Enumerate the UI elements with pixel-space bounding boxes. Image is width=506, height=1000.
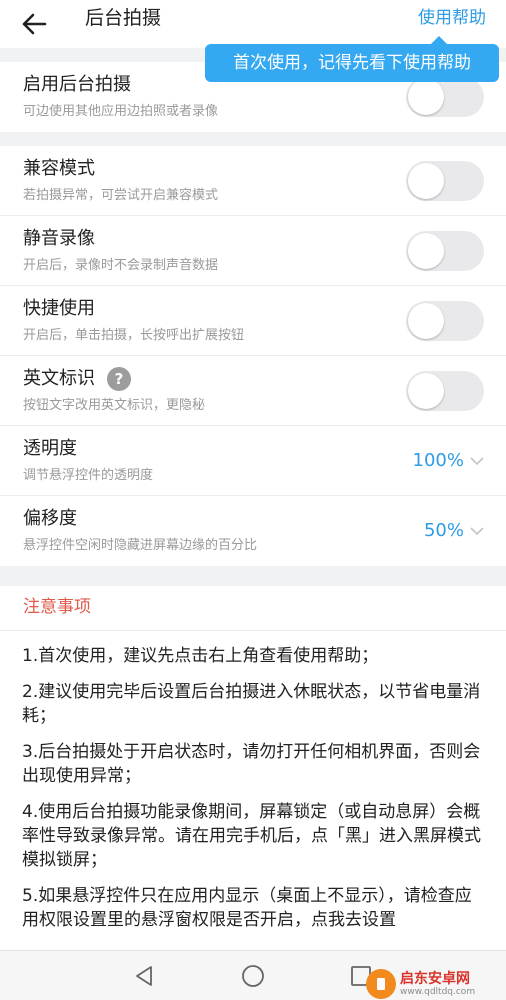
help-link[interactable]: 使用帮助 bbox=[418, 6, 486, 30]
opacity-value: 100% bbox=[412, 450, 464, 471]
english-label-toggle[interactable] bbox=[406, 371, 484, 411]
setting-subtitle: 按钮文字改用英文标识，更隐秘 bbox=[23, 398, 206, 413]
setting-row-silent-record[interactable]: 静音录像 开启后，录像时不会录制声音数据 bbox=[0, 216, 506, 286]
chevron-down-icon bbox=[470, 456, 484, 465]
question-mark-icon[interactable]: ? bbox=[107, 367, 131, 391]
setting-row-offset[interactable]: 偏移度 悬浮控件空闲时隐藏进屏幕边缘的百分比 50% bbox=[0, 496, 506, 566]
notes-section: 注意事项 1.首次使用，建议先点击右上角查看使用帮助； 2.建议使用完毕后设置后… bbox=[0, 586, 506, 950]
setting-title-wrap: 英文标识 ? bbox=[23, 366, 131, 392]
setting-row-compat-mode[interactable]: 兼容模式 若拍摄异常，可尝试开启兼容模式 bbox=[0, 146, 506, 216]
enable-background-toggle[interactable] bbox=[406, 77, 484, 117]
setting-title: 静音录像 bbox=[23, 228, 95, 249]
offset-value: 50% bbox=[423, 520, 464, 541]
nav-back-button[interactable] bbox=[131, 963, 157, 989]
compat-mode-toggle[interactable] bbox=[406, 161, 484, 201]
watermark-name: 启东安卓网 bbox=[400, 970, 470, 987]
setting-subtitle: 若拍摄异常，可尝试开启兼容模式 bbox=[23, 188, 219, 203]
quick-use-toggle[interactable] bbox=[406, 301, 484, 341]
note-item: 4.使用后台拍摄功能录像期间，屏幕锁定（或自动息屏）会概率性导致录像异常。请在用… bbox=[22, 802, 481, 870]
notes-title: 注意事项 bbox=[23, 597, 91, 617]
divider bbox=[0, 630, 506, 631]
note-item: 3.后台拍摄处于开启状态时，请勿打开任何相机界面，否则会出现使用异常； bbox=[22, 742, 481, 786]
setting-row-english-label[interactable]: 英文标识 ? 按钮文字改用英文标识，更隐秘 bbox=[0, 356, 506, 426]
system-nav-bar: 启东安卓网 www.qdltdq.com bbox=[0, 950, 506, 1000]
note-item: 1.首次使用，建议先点击右上角查看使用帮助； bbox=[22, 646, 379, 666]
site-watermark: 启东安卓网 www.qdltdq.com bbox=[366, 969, 500, 999]
setting-title: 启用后台拍摄 bbox=[23, 74, 131, 95]
setting-subtitle: 开启后，录像时不会录制声音数据 bbox=[23, 258, 219, 273]
note-item[interactable]: 5.如果悬浮控件只在应用内显示（桌面上不显示），请检查应用权限设置里的悬浮窗权限… bbox=[22, 884, 484, 932]
setting-title: 偏移度 bbox=[23, 508, 77, 529]
watermark-logo-icon bbox=[366, 969, 396, 999]
setting-title: 快捷使用 bbox=[23, 298, 95, 319]
setting-title: 英文标识 bbox=[23, 368, 95, 389]
setting-title: 兼容模式 bbox=[23, 158, 95, 179]
setting-subtitle: 悬浮控件空闲时隐藏进屏幕边缘的百分比 bbox=[23, 538, 258, 553]
nav-home-button[interactable] bbox=[240, 963, 266, 989]
offset-selector[interactable]: 50% bbox=[424, 520, 484, 542]
watermark-url: www.qdltdq.com bbox=[400, 986, 476, 997]
setting-subtitle: 开启后，单击拍摄，长按呼出扩展按钮 bbox=[23, 328, 245, 343]
chevron-down-icon bbox=[470, 526, 484, 535]
silent-record-toggle[interactable] bbox=[406, 231, 484, 271]
setting-subtitle: 调节悬浮控件的透明度 bbox=[23, 468, 154, 483]
page-title: 后台拍摄 bbox=[85, 7, 162, 29]
note-item: 2.建议使用完毕后设置后台拍摄进入休眠状态，以节省电量消耗； bbox=[22, 682, 481, 726]
setting-row-opacity[interactable]: 透明度 调节悬浮控件的透明度 100% bbox=[0, 426, 506, 496]
setting-subtitle: 可边使用其他应用边拍照或者录像 bbox=[23, 104, 219, 119]
circle-home-icon bbox=[242, 965, 264, 987]
notes-list: 1.首次使用，建议先点击右上角查看使用帮助； 2.建议使用完毕后设置后台拍摄进入… bbox=[22, 644, 484, 944]
setting-row-quick-use[interactable]: 快捷使用 开启后，单击拍摄，长按呼出扩展按钮 bbox=[0, 286, 506, 356]
setting-title: 透明度 bbox=[23, 438, 77, 459]
opacity-selector[interactable]: 100% bbox=[413, 450, 484, 472]
arrow-left-icon bbox=[22, 13, 47, 35]
first-use-tooltip[interactable]: 首次使用，记得先看下使用帮助 bbox=[205, 36, 499, 82]
settings-group-options: 兼容模式 若拍摄异常，可尝试开启兼容模式 静音录像 开启后，录像时不会录制声音数… bbox=[0, 146, 506, 566]
triangle-back-icon bbox=[136, 966, 152, 986]
back-button[interactable] bbox=[16, 6, 52, 42]
watermark-text: 启东安卓网 www.qdltdq.com bbox=[400, 971, 475, 998]
